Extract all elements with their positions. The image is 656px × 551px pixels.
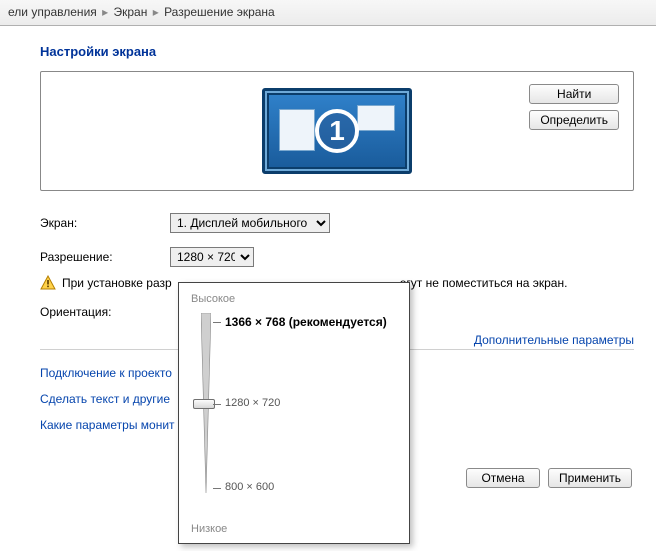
resolution-option-mid[interactable]: 1280 × 720 — [225, 397, 280, 409]
orientation-label: Ориентация: — [40, 305, 170, 319]
display-preview-panel: 1 Найти Определить — [40, 71, 634, 191]
display-select[interactable]: 1. Дисплей мобильного ПК — [170, 213, 330, 233]
monitor-thumbnail[interactable]: 1 — [262, 88, 412, 174]
chevron-right-icon: ▸ — [153, 5, 159, 19]
identify-button[interactable]: Определить — [529, 110, 619, 130]
warning-text-right: огут не поместиться на экран. — [400, 276, 568, 290]
resolution-option-recommended[interactable]: 1366 × 768 (рекомендуется) — [225, 315, 387, 329]
breadcrumb-3[interactable]: Разрешение экрана — [164, 5, 275, 19]
breadcrumb-2[interactable]: Экран — [113, 5, 147, 19]
display-label: Экран: — [40, 216, 170, 230]
chevron-right-icon: ▸ — [102, 5, 108, 19]
slider-low-label: Низкое — [191, 523, 227, 535]
display-number-badge: 1 — [315, 109, 359, 153]
advanced-settings-link[interactable]: Дополнительные параметры — [474, 333, 634, 347]
warning-text-left: При установке разр — [62, 276, 172, 290]
breadcrumb-1[interactable]: ели управления — [8, 5, 97, 19]
resolution-slider-track[interactable] — [191, 313, 219, 493]
resolution-slider-thumb[interactable] — [193, 399, 215, 409]
resolution-option-low[interactable]: 800 × 600 — [225, 481, 274, 493]
resolution-select[interactable]: 1280 × 720 — [170, 247, 254, 267]
cancel-button[interactable]: Отмена — [466, 468, 540, 488]
resolution-label: Разрешение: — [40, 250, 170, 264]
window-icon — [279, 109, 315, 151]
find-button[interactable]: Найти — [529, 84, 619, 104]
apply-button[interactable]: Применить — [548, 468, 632, 488]
resolution-slider-popup: Высокое 1366 × 768 (рекомендуется) 1280 … — [178, 282, 410, 544]
warning-icon — [40, 275, 56, 291]
slider-high-label: Высокое — [191, 293, 397, 305]
breadcrumb[interactable]: ели управления ▸ Экран ▸ Разрешение экра… — [0, 0, 656, 26]
page-title: Настройки экрана — [40, 44, 634, 59]
window-icon — [357, 105, 395, 131]
